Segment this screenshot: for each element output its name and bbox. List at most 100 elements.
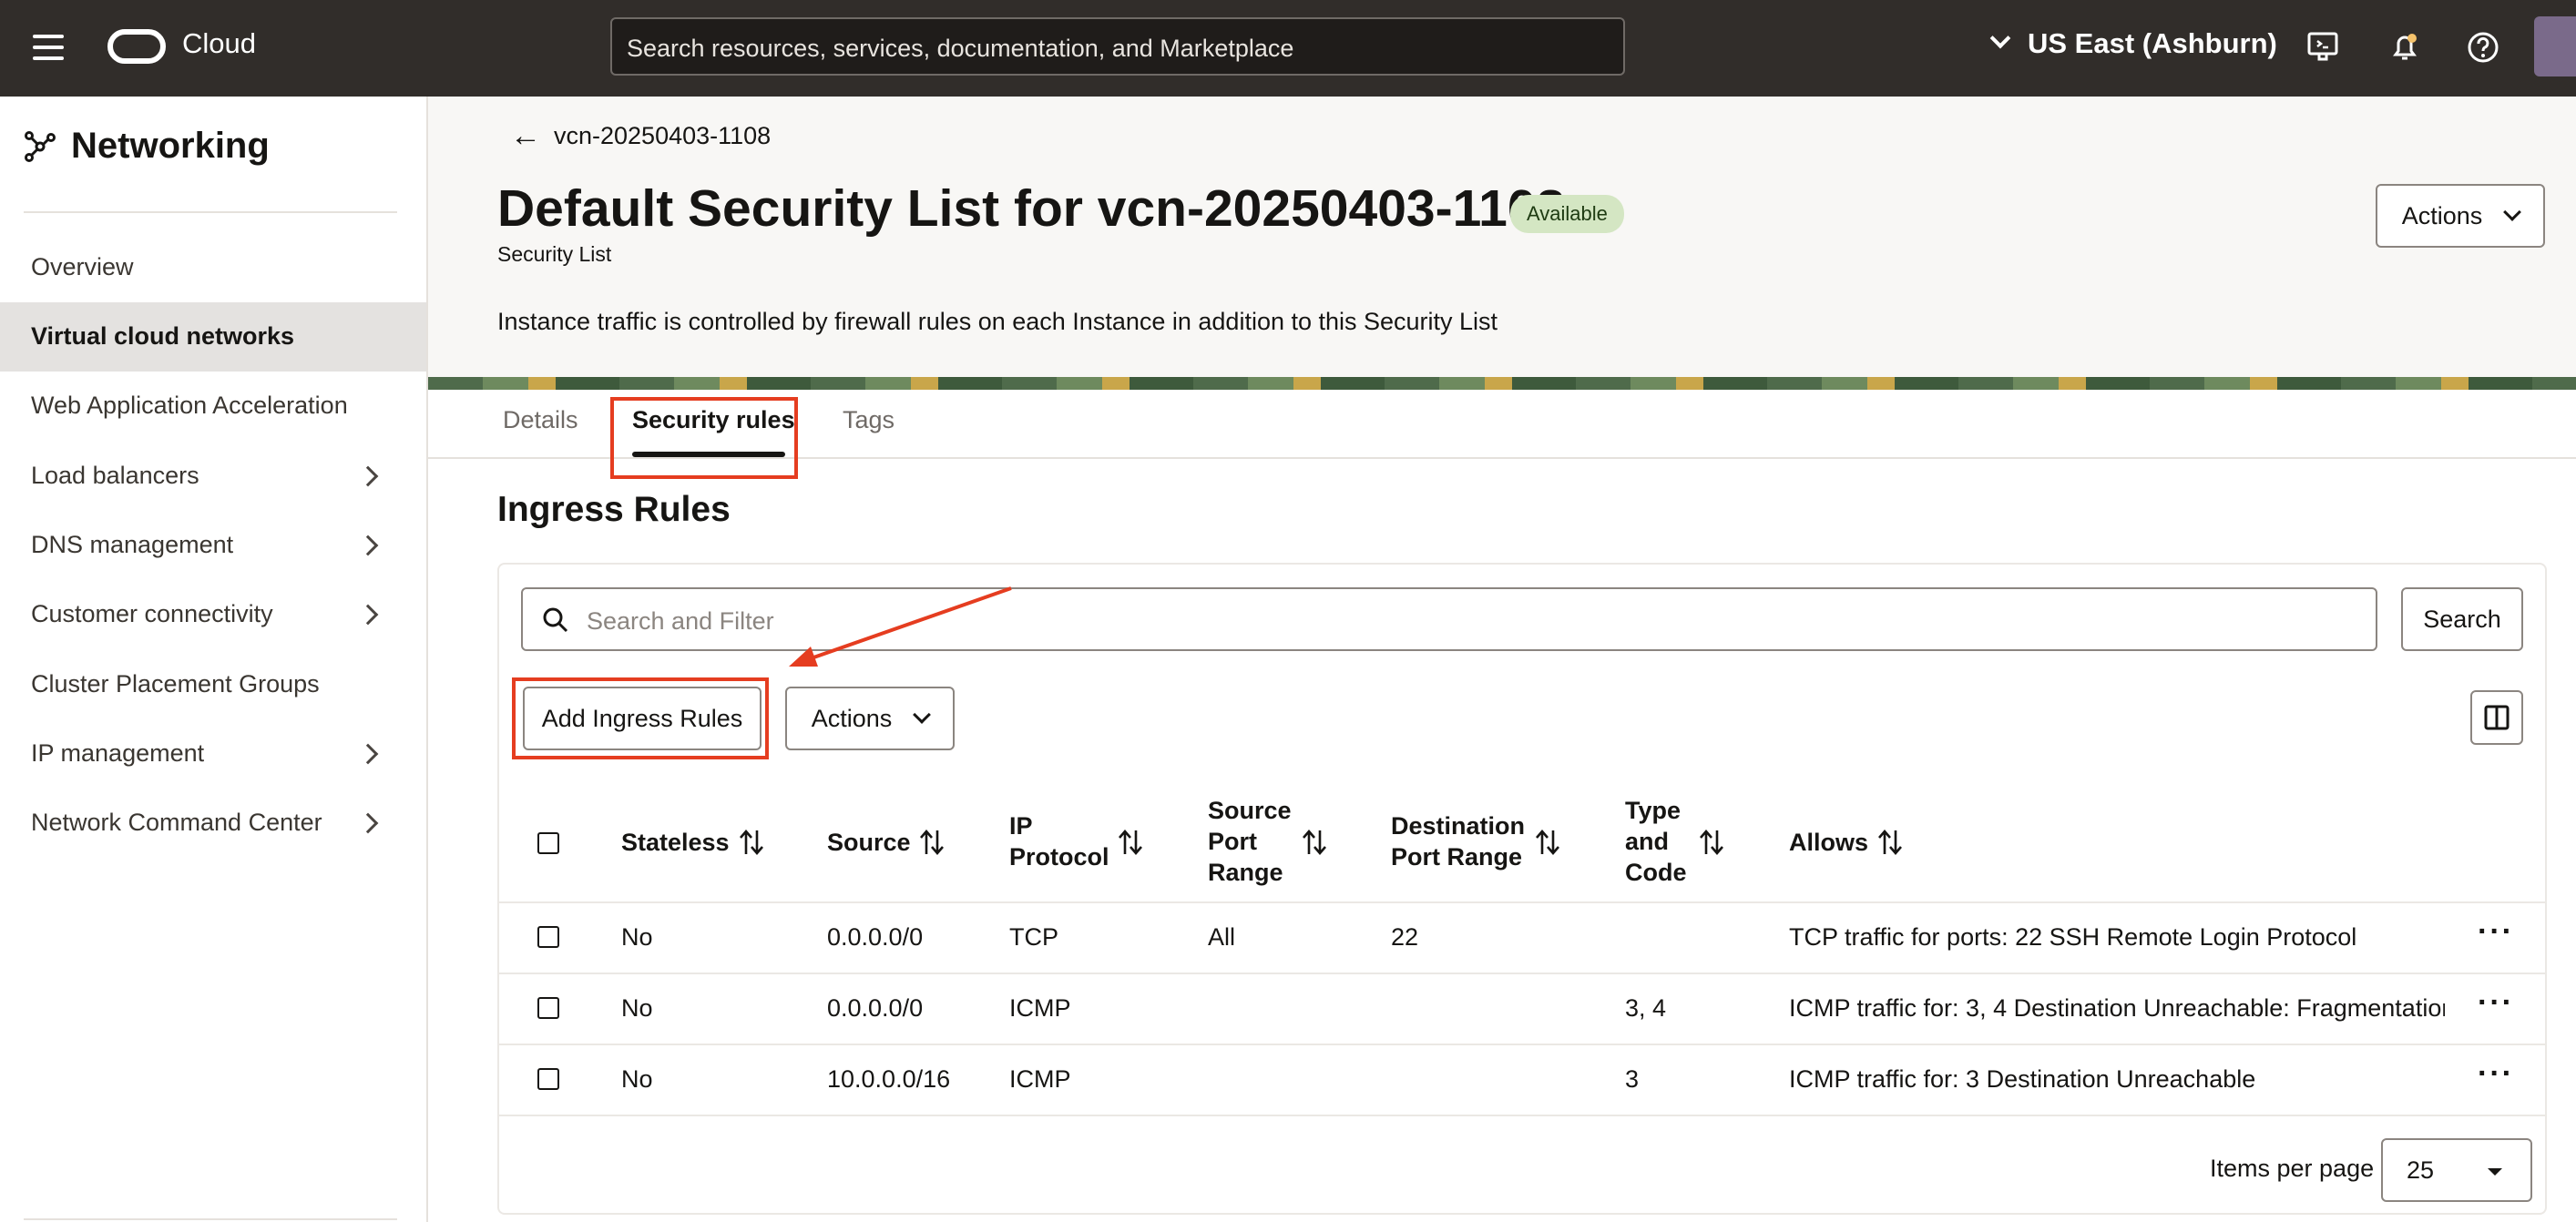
cell-protocol: ICMP [1009,994,1071,1022]
select-all-checkbox[interactable] [537,832,559,854]
column-header-source-port-range[interactable]: Source Port Range [1208,795,1292,888]
oracle-logo[interactable] [107,29,166,64]
cell-source: 0.0.0.0/0 [827,923,924,951]
help-icon[interactable] [2467,31,2499,64]
header-line: Type [1625,797,1682,824]
cell-source: 0.0.0.0/0 [827,994,924,1022]
sidebar-item-dns-management[interactable]: DNS management [0,511,426,580]
row-checkbox[interactable] [537,1068,559,1090]
column-header-ip-protocol[interactable]: IP Protocol [1009,810,1109,872]
chevron-down-icon [1989,27,2011,49]
sort-icon[interactable] [1301,827,1328,858]
cell-protocol: ICMP [1009,1065,1071,1093]
sidebar: Networking Overview Virtual cloud networ… [0,97,428,1222]
tab-details[interactable]: Details [503,406,578,434]
divider [24,1218,397,1220]
row-checkbox[interactable] [537,926,559,948]
column-header-stateless[interactable]: Stateless [621,827,730,858]
row-actions-menu-icon[interactable]: ··· [2478,985,2514,1021]
actions-label: Actions [2401,201,2483,229]
row-actions-menu-icon[interactable]: ··· [2478,914,2514,950]
caret-down-icon [2488,1168,2502,1176]
cell-source-port: All [1208,923,1236,951]
search-button[interactable]: Search [2401,587,2523,651]
sidebar-item-label: Network Command Center [31,809,322,836]
header-line: Destination [1391,812,1526,840]
cell-allows: ICMP traffic for: 3 Destination Unreacha… [1789,1065,2256,1093]
cell-allows: ICMP traffic for: 3, 4 Destination Unrea… [1789,994,2445,1022]
chevron-down-icon [2503,203,2522,221]
sidebar-item-overview[interactable]: Overview [0,233,426,302]
cell-type-code: 3 [1625,1065,1640,1093]
cell-stateless: No [621,923,653,951]
cloud-shell-icon[interactable] [2306,31,2339,64]
menu-icon[interactable] [33,35,64,60]
items-per-page-label: Items per page [2210,1155,2375,1182]
region-label: US East (Ashburn) [2028,27,2277,59]
page-subtitle: Security List [497,242,612,266]
sidebar-item-customer-connectivity[interactable]: Customer connectivity [0,580,426,649]
sidebar-item-web-application-acceleration[interactable]: Web Application Acceleration [0,372,426,441]
sidebar-title: Networking [24,126,270,167]
chevron-down-icon [913,706,932,724]
cell-dest-port: 22 [1391,923,1419,951]
sidebar-item-label: Virtual cloud networks [31,322,295,350]
sidebar-item-label: Customer connectivity [31,600,273,627]
divider [24,211,397,213]
sort-icon[interactable] [1534,827,1561,858]
tab-security-rules[interactable]: Security rules [632,406,795,434]
info-text: Instance traffic is controlled by firewa… [497,308,1498,335]
region-selector[interactable]: US East (Ashburn) [1986,27,2277,60]
sort-icon[interactable] [1698,827,1725,858]
header-line: and [1625,828,1670,855]
row-actions-menu-icon[interactable]: ··· [2478,1056,2514,1092]
sort-icon[interactable] [1876,827,1904,858]
header-line: Source [1208,797,1292,824]
add-ingress-rules-button[interactable]: Add Ingress Rules [523,687,762,750]
cell-allows: TCP traffic for ports: 22 SSH Remote Log… [1789,923,2357,951]
sidebar-item-network-command-center[interactable]: Network Command Center [0,789,426,858]
header-line: Port Range [1391,843,1523,871]
tab-tags[interactable]: Tags [843,406,894,434]
arrow-left-icon: ← [510,118,541,153]
decorative-banner [428,377,2576,390]
sidebar-item-ip-management[interactable]: IP management [0,719,426,789]
column-layout-button[interactable] [2470,690,2523,745]
user-avatar[interactable] [2534,16,2576,76]
column-header-type-and-code[interactable]: Type and Code [1625,795,1687,888]
column-header-source[interactable]: Source [827,827,911,858]
header-line: Protocol [1009,843,1109,871]
header-actions-button[interactable]: Actions [2376,184,2545,248]
notifications-icon[interactable] [2388,31,2421,64]
sidebar-item-label: IP management [31,739,205,767]
sidebar-title-text: Networking [71,126,270,166]
sidebar-item-cluster-placement-groups[interactable]: Cluster Placement Groups [0,650,426,719]
sort-icon[interactable] [738,827,765,858]
sidebar-item-label: Overview [31,253,134,280]
global-search-input[interactable]: Search resources, services, documentatio… [610,17,1625,76]
header-line: Code [1625,859,1687,886]
sort-icon[interactable] [918,827,946,858]
header-line: Range [1208,859,1283,886]
row-checkbox[interactable] [537,997,559,1019]
sidebar-item-label: DNS management [31,531,234,558]
sidebar-item-load-balancers[interactable]: Load balancers [0,442,426,511]
search-placeholder: Search and Filter [587,607,774,635]
cell-protocol: TCP [1009,923,1058,951]
column-header-destination-port-range[interactable]: Destination Port Range [1391,810,1525,872]
sidebar-item-virtual-cloud-networks[interactable]: Virtual cloud networks [0,302,426,372]
header-line: IP [1009,812,1033,840]
items-per-page-value: 25 [2407,1156,2435,1184]
rules-actions-button[interactable]: Actions [785,687,955,750]
items-per-page-select[interactable]: 25 [2381,1138,2532,1202]
chevron-right-icon [357,535,379,556]
sort-icon[interactable] [1117,827,1144,858]
cell-stateless: No [621,994,653,1022]
sidebar-item-label: Web Application Acceleration [31,392,348,419]
table-bottom-border [497,1115,2547,1116]
breadcrumb-back-link[interactable]: ← vcn-20250403-1108 [510,118,771,154]
header-line: Port [1208,828,1257,855]
search-icon [543,607,568,633]
cloud-label[interactable]: Cloud [182,27,256,60]
column-header-allows[interactable]: Allows [1789,827,1868,858]
